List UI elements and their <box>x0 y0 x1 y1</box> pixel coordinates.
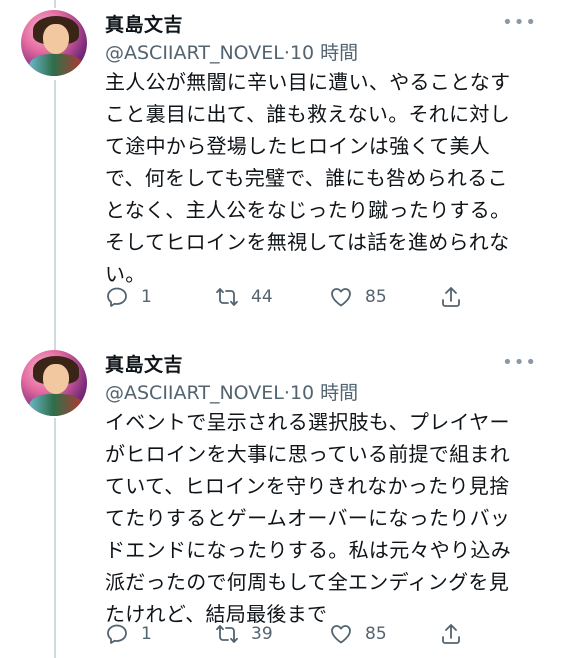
like-button[interactable]: 85 <box>329 283 387 311</box>
tweet-time[interactable]: 10 時間 <box>290 382 358 404</box>
avatar[interactable] <box>21 350 87 416</box>
tweet[interactable]: 真島文吉 @ASCIIART_NOVEL·10 時間 ••• 主人公が無闇に辛い… <box>0 0 563 340</box>
retweet-button[interactable]: 39 <box>215 620 273 648</box>
tweet-meta: @ASCIIART_NOVEL·10 時間 <box>105 38 358 65</box>
tweet-text: 主人公が無闇に辛い目に遭い、やることなす こと裏目に出て、誰も救えない。それに対… <box>105 70 511 286</box>
author-name[interactable]: 真島文吉 <box>105 10 183 37</box>
tweet-actions: 1 39 85 <box>105 620 485 648</box>
heart-icon <box>331 288 351 307</box>
like-count: 85 <box>365 624 387 644</box>
tweet[interactable]: 真島文吉 @ASCIIART_NOVEL·10 時間 ••• イベントで呈示され… <box>0 340 563 658</box>
retweet-icon <box>216 625 238 643</box>
tweet-text: イベントで呈示される選択肢も、プレイヤー がヒロインを大事に思っている前提で組ま… <box>105 410 511 626</box>
reply-count: 1 <box>141 287 152 307</box>
more-icon[interactable]: ••• <box>502 12 537 33</box>
reply-count: 1 <box>141 624 152 644</box>
like-count: 85 <box>365 287 387 307</box>
share-button[interactable] <box>439 620 463 648</box>
author-name[interactable]: 真島文吉 <box>105 350 183 377</box>
share-icon <box>442 624 460 644</box>
author-handle[interactable]: @ASCIIART_NOVEL <box>105 42 284 64</box>
reply-button[interactable]: 1 <box>105 283 152 311</box>
retweet-icon <box>216 288 238 306</box>
avatar[interactable] <box>21 10 87 76</box>
more-icon[interactable]: ••• <box>502 352 537 373</box>
reply-icon <box>107 624 127 644</box>
reply-icon <box>107 287 127 307</box>
retweet-count: 44 <box>251 287 273 307</box>
author-handle[interactable]: @ASCIIART_NOVEL <box>105 382 284 404</box>
share-icon <box>442 287 460 307</box>
reply-button[interactable]: 1 <box>105 620 152 648</box>
tweet-actions: 1 44 85 <box>105 283 485 311</box>
retweet-button[interactable]: 44 <box>215 283 273 311</box>
heart-icon <box>331 625 351 644</box>
retweet-count: 39 <box>251 624 273 644</box>
tweet-meta: @ASCIIART_NOVEL·10 時間 <box>105 378 358 405</box>
tweet-time[interactable]: 10 時間 <box>290 42 358 64</box>
share-button[interactable] <box>439 283 463 311</box>
like-button[interactable]: 85 <box>329 620 387 648</box>
